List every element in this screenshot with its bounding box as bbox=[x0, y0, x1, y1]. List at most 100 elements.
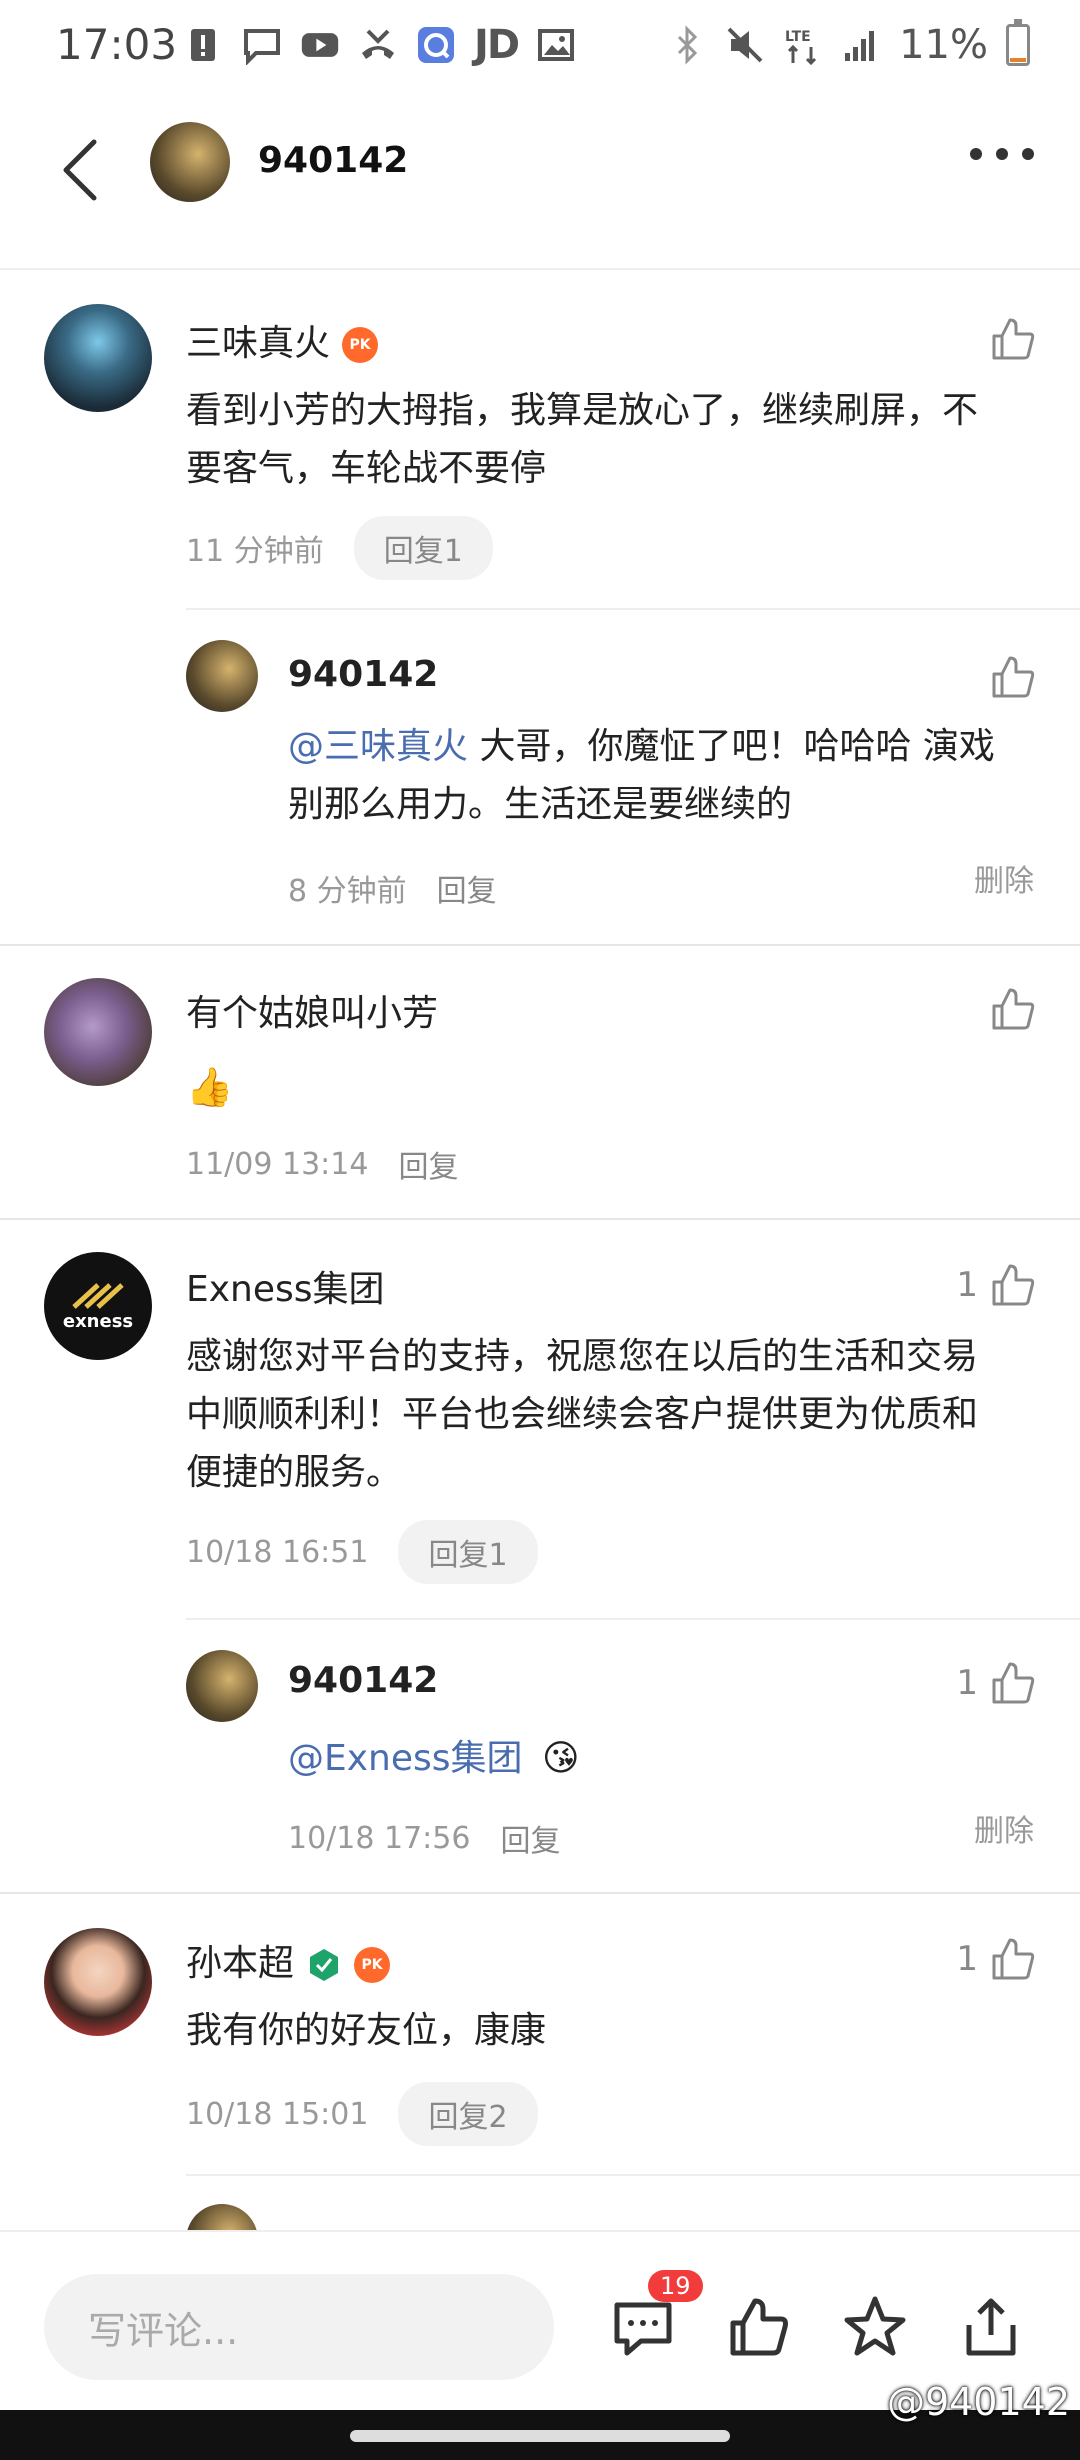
like-button[interactable] bbox=[978, 654, 1036, 700]
notification-icon bbox=[184, 25, 224, 65]
reply-text: 大哥，你魔怔了吧！哈哈哈 演戏 bbox=[468, 726, 995, 767]
avatar[interactable] bbox=[44, 1928, 152, 2036]
reply-button[interactable]: 回复 bbox=[500, 1816, 560, 1860]
author-name: 三味真火 bbox=[186, 323, 331, 364]
avatar[interactable] bbox=[44, 978, 152, 1086]
reply-button[interactable]: 回复 bbox=[398, 1142, 458, 1186]
thumb-up-icon bbox=[992, 988, 1035, 1030]
avatar[interactable] bbox=[186, 1650, 258, 1722]
comment-time: 10/18 15:01 bbox=[186, 2096, 369, 2132]
avatar[interactable]: exness bbox=[44, 1252, 152, 1360]
like-button[interactable] bbox=[978, 986, 1036, 1032]
pk-badge-icon: PK bbox=[354, 1947, 391, 1983]
thumb-up-icon bbox=[992, 1938, 1035, 1980]
comment-time: 11 分钟前 bbox=[186, 534, 324, 569]
thumb-up-icon bbox=[992, 1264, 1035, 1306]
exness-logo-icon bbox=[72, 1282, 124, 1309]
status-bar: 17:03 JD LTE 11% bbox=[0, 0, 1080, 90]
thumbs-up-emoji-icon: 👍 bbox=[186, 1065, 234, 1109]
home-indicator[interactable] bbox=[350, 2430, 730, 2442]
browser-icon bbox=[416, 25, 456, 65]
mention-link[interactable]: @Exness集团 bbox=[288, 1738, 523, 1779]
share-icon[interactable] bbox=[954, 2290, 1028, 2364]
reply-author[interactable]: 940142 bbox=[288, 1660, 438, 1701]
delete-button[interactable]: 删除 bbox=[974, 856, 1034, 900]
header-avatar[interactable] bbox=[150, 122, 230, 202]
divider bbox=[0, 1218, 1080, 1220]
more-icon[interactable] bbox=[970, 148, 1034, 160]
star-icon[interactable] bbox=[838, 2290, 912, 2364]
jd-icon: JD bbox=[474, 22, 520, 68]
like-button[interactable]: 1 bbox=[956, 1660, 1036, 1706]
reply-button[interactable]: 回复 bbox=[437, 866, 497, 910]
like-count: 1 bbox=[956, 1939, 978, 1979]
reply-button[interactable]: 回复1 bbox=[353, 516, 493, 580]
reply-author[interactable]: 940142 bbox=[288, 654, 438, 695]
author-name: 孙本超 bbox=[186, 1943, 295, 1984]
page-title: 940142 bbox=[258, 140, 409, 181]
divider bbox=[0, 944, 1080, 946]
comment-text-line: 感谢您对平台的支持，祝愿您在以后的生活和交易 bbox=[186, 1336, 979, 1377]
comment-author[interactable]: Exness集团 bbox=[186, 1260, 385, 1312]
comment-meta: 10/18 15:01 回复2 bbox=[186, 2082, 538, 2146]
thumb-up-icon bbox=[992, 656, 1035, 698]
back-button[interactable] bbox=[50, 130, 110, 210]
lte-icon: LTE bbox=[783, 25, 823, 65]
comment-text-line: 我有你的好友位，康康 bbox=[186, 2010, 547, 2051]
like-button[interactable]: 1 bbox=[956, 1936, 1036, 1982]
comment-time: 11/09 13:14 bbox=[186, 1146, 369, 1182]
avatar[interactable] bbox=[186, 640, 258, 712]
divider bbox=[0, 1892, 1080, 1894]
like-count: 1 bbox=[956, 1265, 978, 1305]
missed-call-icon bbox=[358, 25, 398, 65]
comment-time: 10/18 16:51 bbox=[186, 1534, 369, 1570]
bluetooth-icon bbox=[667, 25, 707, 65]
battery-icon bbox=[1006, 19, 1030, 66]
image-icon bbox=[536, 25, 576, 65]
status-icons-left: JD bbox=[184, 22, 576, 68]
comment-content: 感谢您对平台的支持，祝愿您在以后的生活和交易 中顺顺利利！平台也会继续会客户提供… bbox=[186, 1328, 978, 1502]
comment-author[interactable]: 三味真火 PK bbox=[186, 314, 379, 366]
comment-count-badge: 19 bbox=[648, 2270, 703, 2302]
like-button[interactable]: 1 bbox=[956, 1262, 1036, 1308]
delete-button[interactable]: 删除 bbox=[974, 1806, 1034, 1850]
comment-author[interactable]: 孙本超 PK bbox=[186, 1934, 391, 1986]
svg-text:LTE: LTE bbox=[785, 29, 811, 45]
comment-text-line: 看到小芳的大拇指，我算是放心了，继续刷屏，不 bbox=[186, 390, 979, 431]
comment-content: 我有你的好友位，康康 bbox=[186, 2002, 546, 2060]
header: 940142 bbox=[0, 90, 1080, 270]
thumb-up-icon bbox=[992, 318, 1035, 360]
comment-author[interactable]: 有个姑娘叫小芳 bbox=[186, 984, 438, 1036]
kiss-emoji-icon: 😘 bbox=[541, 1738, 580, 1779]
like-button[interactable] bbox=[978, 316, 1036, 362]
comment-input[interactable]: 写评论... bbox=[44, 2274, 554, 2380]
reply-meta: 8 分钟前 回复 bbox=[288, 866, 497, 910]
comment-text-line: 便捷的服务。 bbox=[186, 1452, 403, 1493]
reply-button[interactable]: 回复1 bbox=[398, 1520, 538, 1584]
comment-icon[interactable]: 19 bbox=[606, 2270, 703, 2364]
comment-meta: 11/09 13:14 回复 bbox=[186, 1142, 458, 1186]
reply-time: 8 分钟前 bbox=[288, 874, 407, 909]
reply-time: 10/18 17:56 bbox=[288, 1820, 471, 1856]
battery-percent: 11% bbox=[899, 22, 988, 68]
mention-link[interactable]: @三味真火 bbox=[288, 726, 468, 767]
divider bbox=[186, 2174, 1080, 2176]
status-time: 17:03 bbox=[56, 20, 178, 69]
reply-button[interactable]: 回复2 bbox=[398, 2082, 538, 2146]
avatar[interactable] bbox=[44, 304, 152, 412]
status-icons-right: LTE 11% bbox=[667, 19, 1030, 68]
signal-icon bbox=[841, 25, 881, 65]
like-icon[interactable] bbox=[722, 2290, 796, 2364]
comment-text-line: 要客气，车轮战不要停 bbox=[186, 448, 547, 489]
youtube-icon bbox=[300, 25, 340, 65]
comment-content: 看到小芳的大拇指，我算是放心了，继续刷屏，不 要客气，车轮战不要停 bbox=[186, 382, 978, 498]
mute-icon bbox=[725, 25, 765, 65]
reply-text-line: 别那么用力。生活还是要继续的 bbox=[288, 784, 793, 825]
divider bbox=[186, 1618, 1080, 1620]
thumb-up-icon bbox=[992, 1662, 1035, 1704]
reply-content: @三味真火 大哥，你魔怔了吧！哈哈哈 演戏 别那么用力。生活还是要继续的 bbox=[288, 718, 995, 834]
divider bbox=[186, 608, 1080, 610]
watermark: @940142 bbox=[886, 2380, 1070, 2424]
like-count: 1 bbox=[956, 1663, 978, 1703]
reply-meta: 10/18 17:56 回复 bbox=[288, 1816, 560, 1860]
